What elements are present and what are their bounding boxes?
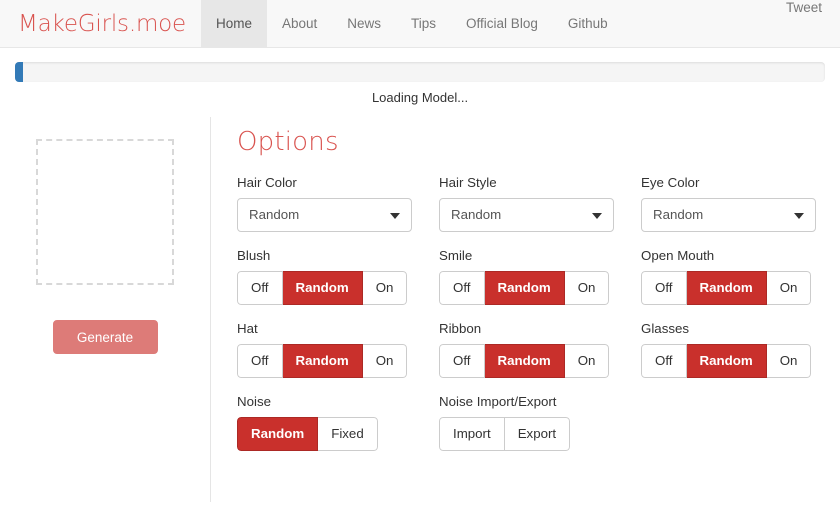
button-group-open-mouth: Off Random On	[641, 270, 812, 305]
nav-item-official-blog[interactable]: Official Blog	[451, 0, 553, 47]
option-group-ribbon: Ribbon Off Random On	[439, 321, 641, 378]
option-group-hat: Hat Off Random On	[237, 321, 439, 378]
button-group-hat: Off Random On	[237, 343, 408, 378]
toggle-smile-on[interactable]: On	[564, 270, 610, 305]
option-group-eye-color: Eye Color Random	[641, 175, 840, 232]
toggle-glasses-on[interactable]: On	[766, 343, 812, 378]
option-label: Smile	[439, 247, 473, 263]
toggle-blush-random[interactable]: Random	[282, 270, 363, 305]
toggle-open-mouth-on[interactable]: On	[766, 270, 812, 305]
option-label: Eye Color	[641, 175, 700, 190]
option-group-hair-color: Hair Color Random	[237, 175, 439, 232]
nav-links: Home About News Tips Official Blog Github	[200, 0, 623, 47]
button-group-noise: Random Fixed	[237, 416, 378, 451]
toggle-glasses-random[interactable]: Random	[686, 343, 767, 378]
toggle-noise-import-export-import[interactable]: Import	[439, 416, 505, 451]
toggle-noise-random[interactable]: Random	[237, 416, 319, 451]
loading-status-text: Loading Model...	[371, 90, 469, 105]
option-group-noise-import-export: Noise Import/Export Import Export	[439, 394, 641, 451]
toggle-hat-off[interactable]: Off	[237, 343, 283, 378]
option-group-open-mouth: Open Mouth Off Random On	[641, 248, 840, 305]
nav-item-wrapper: Official Blog	[451, 0, 553, 47]
option-label: Blush	[237, 247, 271, 263]
option-group-noise: Noise Random Fixed	[237, 394, 439, 451]
option-label: Hair Color	[237, 175, 297, 190]
button-group-blush: Off Random On	[237, 270, 408, 305]
option-group-smile: Smile Off Random On	[439, 248, 641, 305]
toggle-noise-import-export-export[interactable]: Export	[504, 416, 571, 451]
button-group-glasses: Off Random On	[641, 343, 812, 378]
toggle-smile-off[interactable]: Off	[439, 270, 485, 305]
options-grid: Hair Color Random Hair Style Random Eye Colo…	[237, 175, 840, 467]
select-eye-color[interactable]: Random	[641, 197, 816, 232]
nav-item-tips[interactable]: Tips	[396, 0, 451, 47]
toggle-glasses-off[interactable]: Off	[641, 343, 687, 378]
button-group-ribbon: Off Random On	[439, 343, 610, 378]
nav-item-about[interactable]: About	[267, 0, 332, 47]
toggle-ribbon-on[interactable]: On	[564, 343, 610, 378]
nav-item-home[interactable]: Home	[200, 0, 267, 47]
button-group-smile: Off Random On	[439, 270, 610, 305]
progress-section: Loading Model...	[0, 48, 840, 105]
options-title: Options	[237, 127, 339, 157]
nav-item-wrapper: Home	[200, 0, 267, 47]
select-wrapper: Random	[641, 197, 816, 232]
option-label: Hair Style	[439, 175, 497, 190]
nav-item-news[interactable]: News	[332, 0, 396, 47]
generate-button[interactable]: Generate	[52, 320, 158, 354]
toggle-blush-off[interactable]: Off	[237, 270, 283, 305]
progress-bar-fill	[15, 62, 24, 82]
toggle-ribbon-random[interactable]: Random	[484, 343, 565, 378]
toggle-hat-random[interactable]: Random	[282, 343, 363, 378]
main-content: Generate Options Hair Color Random Hair St…	[0, 117, 840, 502]
brand-logo[interactable]: MakeGirls.moe	[0, 0, 201, 47]
toggle-ribbon-off[interactable]: Off	[439, 343, 485, 378]
option-label: Noise Import/Export	[439, 393, 557, 409]
toggle-noise-fixed[interactable]: Fixed	[318, 416, 378, 451]
toggle-open-mouth-random[interactable]: Random	[686, 270, 767, 305]
nav-item-wrapper: Github	[553, 0, 623, 47]
toggle-smile-random[interactable]: Random	[484, 270, 565, 305]
option-group-blush: Blush Off Random On	[237, 248, 439, 305]
option-label: Hat	[237, 320, 258, 336]
option-label: Open Mouth	[641, 247, 715, 263]
toggle-hat-on[interactable]: On	[362, 343, 408, 378]
toggle-open-mouth-off[interactable]: Off	[641, 270, 687, 305]
nav-item-github[interactable]: Github	[553, 0, 623, 47]
nav-item-wrapper: Tips	[396, 0, 451, 47]
tweet-link[interactable]: Tweet	[768, 0, 840, 15]
image-placeholder	[36, 139, 174, 285]
options-panel: Options Hair Color Random Hair Style Random…	[211, 117, 840, 502]
preview-panel: Generate	[0, 117, 211, 502]
button-group-noise-import-export: Import Export	[439, 416, 571, 451]
nav-item-wrapper: About	[267, 0, 332, 47]
toggle-blush-on[interactable]: On	[362, 270, 408, 305]
select-wrapper: Random	[439, 197, 614, 232]
progress-bar	[15, 62, 825, 82]
nav-right: Tweet	[768, 0, 840, 47]
option-group-glasses: Glasses Off Random On	[641, 321, 840, 378]
option-label: Noise	[237, 393, 271, 409]
option-label: Ribbon	[439, 320, 482, 336]
select-wrapper: Random	[237, 197, 412, 232]
select-hair-style[interactable]: Random	[439, 197, 614, 232]
option-label: Glasses	[641, 320, 690, 336]
select-hair-color[interactable]: Random	[237, 197, 412, 232]
option-group-hair-style: Hair Style Random	[439, 175, 641, 232]
nav-item-wrapper: News	[332, 0, 396, 47]
navbar: MakeGirls.moe Home About News Tips Official …	[0, 0, 840, 48]
